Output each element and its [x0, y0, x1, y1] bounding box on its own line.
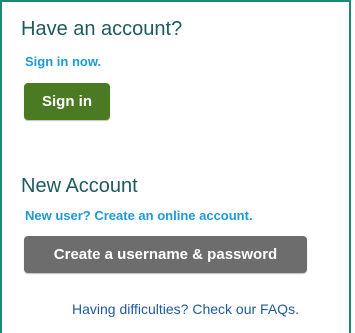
- sign-in-button[interactable]: Sign in: [24, 83, 110, 120]
- create-online-account-link[interactable]: New user? Create an online account.: [25, 209, 253, 222]
- new-account-heading: New Account: [21, 175, 138, 197]
- have-account-heading: Have an account?: [21, 18, 183, 40]
- account-panel: Have an account? Sign in now. Sign in Ne…: [0, 0, 351, 333]
- create-username-password-button[interactable]: Create a username & password: [24, 236, 307, 273]
- sign-in-now-link[interactable]: Sign in now.: [25, 55, 101, 68]
- faq-link[interactable]: Having difficulties? Check our FAQs.: [72, 302, 299, 316]
